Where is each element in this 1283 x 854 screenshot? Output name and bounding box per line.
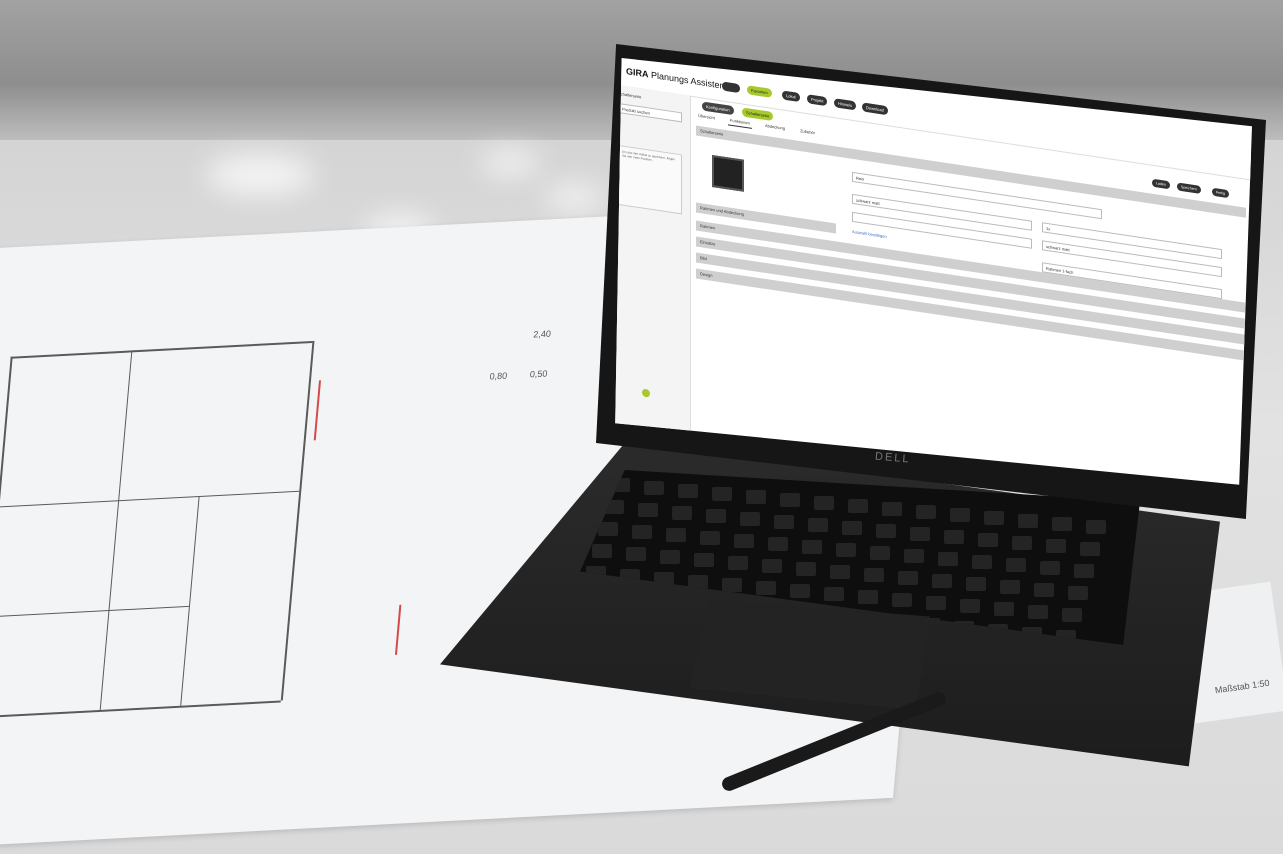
gira-planner-app: GIRA Planungs Assistent Favoriten Lokal …	[615, 58, 1252, 485]
finish-button[interactable]: Fertig	[1212, 187, 1229, 199]
dimension-label: 2,40	[532, 328, 552, 340]
keyboard-key	[1034, 583, 1054, 597]
keyboard-key	[1068, 586, 1088, 600]
keyboard-key	[762, 559, 782, 573]
keyboard-key	[926, 596, 946, 610]
keyboard-key	[1080, 542, 1100, 556]
keyboard-key	[790, 584, 810, 598]
keyboard-key	[848, 499, 868, 513]
keyboard-key	[1074, 564, 1094, 578]
keyboard-key	[808, 518, 828, 532]
status-dot[interactable]	[642, 388, 650, 398]
keyboard-key	[960, 599, 980, 613]
keyboard-key	[978, 533, 998, 547]
keyboard-key	[1086, 520, 1106, 534]
keyboard-key	[722, 578, 742, 592]
keyboard-key	[1000, 580, 1020, 594]
keyboard-key	[944, 530, 964, 544]
keyboard-key	[1046, 539, 1066, 553]
keyboard-key	[1040, 561, 1060, 575]
light-spot	[205, 155, 315, 195]
keyboard-key	[734, 534, 754, 548]
keyboard-key	[632, 525, 652, 539]
save-button[interactable]: Speichern	[1177, 182, 1201, 194]
app-sidebar: Schalterserie Produkt suchen Um das den …	[615, 84, 691, 436]
keyboard-key	[824, 587, 844, 601]
keyboard-key	[842, 521, 862, 535]
keyboard-key	[802, 540, 822, 554]
load-button[interactable]: Laden	[1152, 178, 1170, 190]
laptop-screen: GIRA Planungs Assistent Favoriten Lokal …	[615, 58, 1252, 485]
keyboard-key	[950, 508, 970, 522]
search-input[interactable]: Produkt suchen	[618, 102, 682, 123]
confirm-link[interactable]: Auswahl bestätigen	[852, 229, 887, 239]
tab-accessories[interactable]: Zubehör	[798, 126, 817, 138]
tab-cover[interactable]: Abdeckung	[763, 121, 787, 134]
keyboard-key	[592, 544, 612, 558]
keyboard-key	[768, 537, 788, 551]
dimension-label: 0,80	[489, 370, 508, 382]
section-header[interactable]: Schalterserie	[696, 125, 1246, 218]
keyboard-key	[864, 568, 884, 582]
menu-button[interactable]	[722, 81, 740, 94]
project-button[interactable]: Projekt	[807, 94, 828, 107]
keyboard-key	[672, 506, 692, 520]
keyboard-key	[892, 593, 912, 607]
keyboard-key	[836, 543, 856, 557]
keyboard-key	[1062, 608, 1082, 622]
keyboard-key	[796, 562, 816, 576]
keyboard-key	[966, 577, 986, 591]
keyboard-key	[870, 546, 890, 560]
sidebar-title: Schalterserie	[618, 90, 642, 100]
dimension-label: 0,50	[529, 368, 548, 380]
sidebar-note: Um das den Artikel zu speichern, folgen …	[618, 144, 682, 215]
keyboard-key	[910, 527, 930, 541]
tab-overview[interactable]: Übersicht	[696, 111, 717, 123]
keyboard-key	[972, 555, 992, 569]
keyboard-key	[780, 493, 800, 507]
switch-product-image	[712, 154, 744, 192]
keyboard-key	[728, 556, 748, 570]
download-button[interactable]: Download	[862, 102, 888, 116]
keyboard-key	[712, 487, 732, 501]
local-button[interactable]: Lokal	[782, 90, 800, 103]
keyboard-key	[1006, 558, 1026, 572]
keyboard-key	[626, 547, 646, 561]
keyboard-key	[830, 565, 850, 579]
keyboard-key	[694, 553, 714, 567]
keyboard-key	[1052, 517, 1072, 531]
keyboard-key	[898, 571, 918, 585]
keyboard-key	[774, 515, 794, 529]
keyboard-key	[1028, 605, 1048, 619]
hint-button[interactable]: Hinweis	[834, 98, 857, 111]
light-spot	[545, 185, 605, 210]
keyboard-key	[916, 505, 936, 519]
keyboard-key	[1012, 536, 1032, 550]
keyboard-key	[660, 550, 680, 564]
keyboard-key	[598, 522, 618, 536]
keyboard-key	[678, 484, 698, 498]
keyboard-key	[904, 549, 924, 563]
keyboard-key	[746, 490, 766, 504]
keyboard-key	[984, 511, 1004, 525]
scale-label: Maßstab 1:50	[1214, 677, 1271, 696]
keyboard-key	[666, 528, 686, 542]
keyboard-key	[882, 502, 902, 516]
keyboard-key	[876, 524, 896, 538]
keyboard-key	[644, 481, 664, 495]
keyboard-key	[994, 602, 1014, 616]
keyboard-key	[740, 512, 760, 526]
keyboard-key	[814, 496, 834, 510]
keyboard-key	[638, 503, 658, 517]
keyboard-key	[756, 581, 776, 595]
keyboard-key	[1018, 514, 1038, 528]
light-spot	[480, 150, 540, 175]
keyboard-key	[938, 552, 958, 566]
favorites-button[interactable]: Favoriten	[747, 85, 772, 98]
keyboard-key	[700, 531, 720, 545]
keyboard-key	[858, 590, 878, 604]
keyboard-key	[932, 574, 952, 588]
keyboard-key	[706, 509, 726, 523]
